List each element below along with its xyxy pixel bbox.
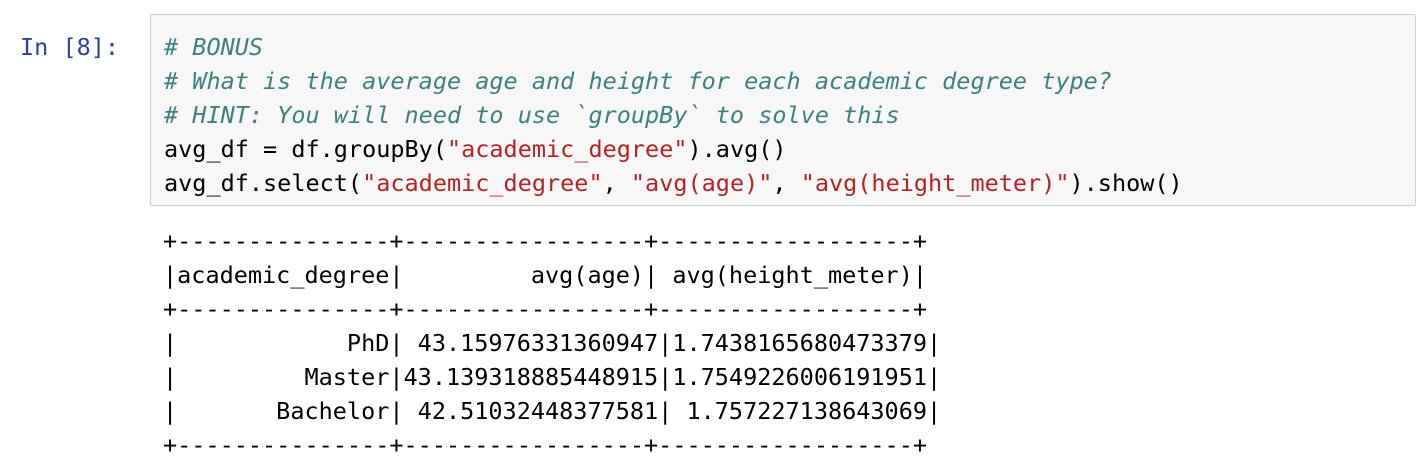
output-line: | Master|43.139318885448915|1.7549226006… <box>163 363 942 391</box>
code-line: avg_df.select("academic_degree", "avg(ag… <box>164 166 1183 200</box>
cell-output: +---------------+-----------------+-----… <box>163 224 941 462</box>
code-string: "academic_degree" <box>446 135 688 163</box>
code-cell-input[interactable]: # BONUS # What is the average age and hei… <box>150 14 1416 206</box>
code-comment: # What is the average age and height for… <box>164 67 1112 95</box>
output-line: +---------------+-----------------+-----… <box>163 227 928 255</box>
code-comment: # BONUS <box>164 33 264 61</box>
code-line: # BONUS <box>164 30 1183 64</box>
output-line: |academic_degree| avg(age)| avg(height_m… <box>163 261 928 289</box>
code-text: avg_df = df.groupBy( <box>164 135 447 163</box>
code-editor[interactable]: # BONUS # What is the average age and hei… <box>164 30 1183 200</box>
code-text: avg_df.select( <box>164 169 363 197</box>
code-string: "avg(height_meter)" <box>800 169 1070 197</box>
code-text: ).avg() <box>687 135 787 163</box>
code-string: "academic_degree" <box>362 169 603 197</box>
code-string: "avg(age)" <box>630 169 773 197</box>
code-text: ).show() <box>1069 169 1183 197</box>
output-line: +---------------+-----------------+-----… <box>163 431 928 459</box>
code-line: # HINT: You will need to use `groupBy` t… <box>164 98 1183 132</box>
input-prompt: In [8]: <box>20 33 120 61</box>
code-line: # What is the average age and height for… <box>164 64 1183 98</box>
code-text: , <box>772 169 801 197</box>
output-line: +---------------+-----------------+-----… <box>163 295 928 323</box>
output-line: | Bachelor| 42.51032448377581| 1.7572271… <box>163 397 942 425</box>
code-line: avg_df = df.groupBy("academic_degree").a… <box>164 132 1183 166</box>
code-comment: # HINT: You will need to use `groupBy` t… <box>164 101 900 129</box>
code-text: , <box>602 169 631 197</box>
output-line: | PhD| 43.15976331360947|1.7438165680473… <box>163 329 942 357</box>
